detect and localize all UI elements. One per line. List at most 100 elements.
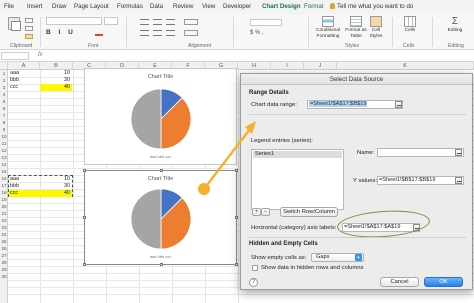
merge-center-icon[interactable] [184,30,198,36]
tab-data[interactable]: Data [150,3,163,10]
cell-label[interactable]: ccc [9,190,40,197]
name-picker-icon[interactable] [455,149,462,156]
row-number[interactable]: 27 [0,253,8,258]
resize-handle[interactable] [235,263,238,266]
row-number[interactable]: 3 [0,85,8,90]
remove-series-button[interactable]: − [261,208,270,216]
cell-value[interactable]: 30 [40,183,72,190]
wrap-text-icon[interactable] [184,19,198,25]
series-list-item[interactable]: Series1 [253,151,342,158]
column-header-a[interactable]: A [8,62,40,70]
row-number[interactable]: 14 [0,162,8,167]
cell-value[interactable]: 10 [40,176,72,183]
row-number[interactable]: 9 [0,127,8,132]
pie-chart-top[interactable]: Chart Title aaa bbb ccc [84,68,237,165]
tab-chart-design[interactable]: Chart Design [262,3,301,10]
tab-draw[interactable]: Draw [52,3,66,10]
row-number[interactable]: 13 [0,155,8,160]
tab-formulas[interactable]: Formulas [117,3,143,10]
font-color-icon[interactable] [95,29,103,36]
series-list[interactable]: Series1 [251,149,344,210]
fx-icon[interactable]: fx [38,52,43,58]
row-number[interactable]: 6 [0,106,8,111]
align-left-icon[interactable] [140,30,149,36]
empty-cells-select[interactable]: Gaps ▼ [311,253,364,262]
row-number[interactable]: 25 [0,239,8,244]
tab-page-layout[interactable]: Page Layout [74,3,109,10]
row-number[interactable]: 29 [0,267,8,272]
row-number[interactable]: 23 [0,225,8,230]
resize-handle[interactable] [83,263,86,266]
number-format-select[interactable] [250,19,282,26]
show-hidden-checkbox[interactable] [252,265,258,271]
pie-slice-ccc[interactable] [130,88,162,150]
tab-view[interactable]: View [202,3,215,10]
align-top-icon[interactable] [140,19,149,25]
tab-review[interactable]: Review [173,3,193,10]
row-number[interactable]: 24 [0,232,8,237]
copy-icon[interactable] [25,26,33,31]
conditional-formatting-button[interactable]: Conditional Formatting [312,16,344,39]
y-values-picker-icon[interactable] [455,177,462,184]
row-number[interactable]: 21 [0,211,8,216]
column-header-k[interactable]: K [337,62,474,70]
row-number[interactable]: 11 [0,141,8,146]
row-number[interactable]: 12 [0,148,8,153]
range-picker-icon[interactable] [395,101,402,108]
resize-handle[interactable] [160,263,163,266]
align-center-icon[interactable] [153,30,162,36]
cell-label[interactable]: bbb [10,77,19,84]
row-number[interactable]: 10 [0,134,8,139]
cell-value[interactable]: 10 [40,70,72,77]
row-number[interactable]: 16 [0,176,8,181]
y-values-input[interactable]: =Sheet1!$B$17:$B$19 [377,176,464,185]
chart-data-range-input[interactable]: =Sheet1!$A$17:$B$19 [307,100,403,109]
select-all-corner[interactable] [0,62,8,70]
help-button[interactable]: ? [249,278,258,287]
pie-chart-bottom[interactable]: Chart Title aaa bbb ccc [83,169,238,266]
font-size-select[interactable] [104,17,118,25]
tab-file[interactable]: File [4,3,14,10]
resize-handle[interactable] [235,169,238,172]
column-header-j[interactable]: J [304,62,337,70]
row-number[interactable]: 15 [0,169,8,174]
row-number[interactable]: 28 [0,260,8,265]
resize-handle[interactable] [83,169,86,172]
resize-handle[interactable] [160,169,163,172]
row-number[interactable]: 22 [0,218,8,223]
cell-styles-button[interactable]: Cell Styles [368,16,384,39]
row-number[interactable]: 26 [0,246,8,251]
row-number[interactable]: 17 [0,183,8,188]
editing-button[interactable]: Σ Editing [444,16,466,34]
row-number[interactable]: 8 [0,120,8,125]
number-format-buttons[interactable]: $ % , [250,30,282,37]
cell-label[interactable]: aaa [10,176,19,183]
cells-button[interactable]: Cells [401,16,419,34]
row-number[interactable]: 4 [0,92,8,97]
cancel-button[interactable]: Cancel [380,277,419,287]
column-header-b[interactable]: B [40,62,73,70]
column-header-h[interactable]: H [238,62,271,70]
tab-format[interactable]: Format [304,3,324,10]
ok-button[interactable]: OK [424,277,463,287]
row-number[interactable]: 20 [0,204,8,209]
font-style-buttons[interactable]: B I U [46,29,76,36]
format-as-table-button[interactable]: Format as Table [345,16,367,39]
pie-slice-ccc[interactable] [130,188,162,250]
resize-handle[interactable] [83,216,86,219]
tab-developer[interactable]: Developer [223,3,251,10]
font-name-select[interactable] [46,17,102,25]
switch-row-column-button[interactable]: Switch Row/Column [280,207,338,217]
align-middle-icon[interactable] [153,19,162,25]
chart-legend[interactable]: aaa bbb ccc [85,254,236,259]
resize-handle[interactable] [235,216,238,219]
name-box[interactable] [1,52,29,60]
row-number[interactable]: 1 [0,71,8,76]
align-bottom-icon[interactable] [166,19,175,25]
column-header-i[interactable]: I [271,62,304,70]
row-number[interactable]: 5 [0,99,8,104]
paste-button[interactable] [6,17,22,31]
row-number[interactable]: 2 [0,78,8,83]
row-number[interactable]: 18 [0,190,8,195]
row-number[interactable]: 30 [0,274,8,279]
